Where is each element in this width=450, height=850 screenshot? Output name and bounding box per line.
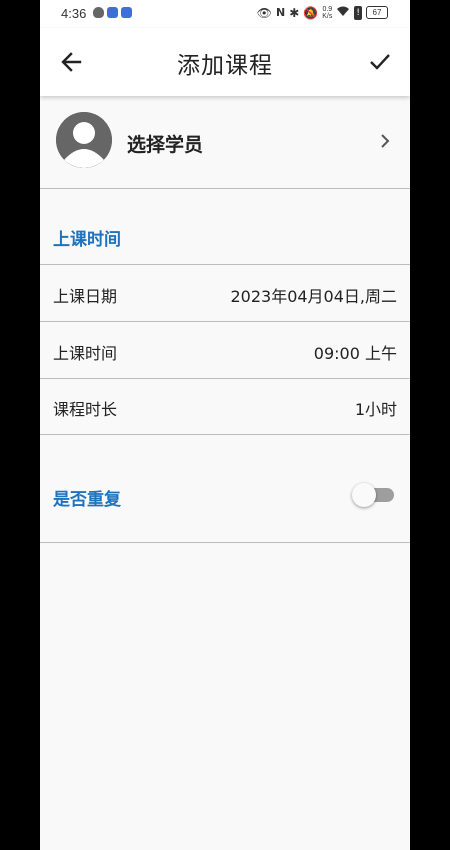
alert-icon: ! — [354, 5, 362, 20]
app-notification-icon — [121, 7, 132, 18]
repeat-section: 是否重复 — [40, 434, 410, 543]
battery-icon: 67 — [366, 6, 388, 19]
app-screen: 4:36 👁 N ✱ 🔕 0.9 K/s ! 67 添加课程 选择学员 上课时间… — [40, 0, 410, 850]
status-left-icons — [93, 7, 132, 18]
app-bar: 添加课程 — [40, 28, 410, 96]
network-speed: 0.9 K/s — [322, 6, 332, 20]
class-duration-label: 课程时长 — [53, 400, 118, 419]
class-duration-value: 1小时 — [354, 400, 397, 419]
status-bar: 4:36 👁 N ✱ 🔕 0.9 K/s ! 67 — [40, 0, 410, 28]
class-date-label: 上课日期 — [53, 287, 118, 306]
status-time: 4:36 — [61, 6, 87, 21]
schedule-section-title: 上课时间 — [53, 230, 121, 250]
bluetooth-icon: ✱ — [289, 5, 300, 20]
shield-icon — [93, 7, 104, 18]
class-time-value: 09:00 上午 — [313, 344, 397, 363]
app-notification-icon — [107, 7, 118, 18]
page-title: 添加课程 — [177, 53, 273, 79]
class-date-row[interactable]: 上课日期 2023年04月04日,周二 — [40, 265, 410, 322]
select-student-row[interactable]: 选择学员 — [40, 96, 410, 189]
class-date-value: 2023年04月04日,周二 — [230, 287, 397, 306]
toggle-thumb — [352, 483, 376, 507]
nfc-icon: N — [276, 5, 286, 19]
schedule-section-header: 上课时间 — [40, 189, 410, 265]
select-student-label: 选择学员 — [127, 134, 204, 156]
class-duration-row[interactable]: 课程时长 1小时 — [40, 378, 410, 435]
wifi-icon — [336, 5, 350, 20]
network-speed-value: 0.9 — [322, 5, 333, 13]
person-avatar-icon — [56, 112, 112, 168]
repeat-label: 是否重复 — [53, 490, 121, 510]
class-time-row[interactable]: 上课时间 09:00 上午 — [40, 322, 410, 379]
network-speed-unit: K/s — [322, 12, 333, 20]
check-icon[interactable] — [366, 48, 394, 76]
mute-icon: 🔕 — [303, 5, 319, 20]
class-time-label: 上课时间 — [53, 344, 118, 363]
chevron-right-icon — [378, 133, 392, 149]
repeat-toggle[interactable] — [352, 483, 396, 507]
status-right-icons: 👁 N ✱ 🔕 0.9 K/s ! 67 — [257, 5, 388, 20]
eye-icon: 👁 — [256, 5, 273, 20]
